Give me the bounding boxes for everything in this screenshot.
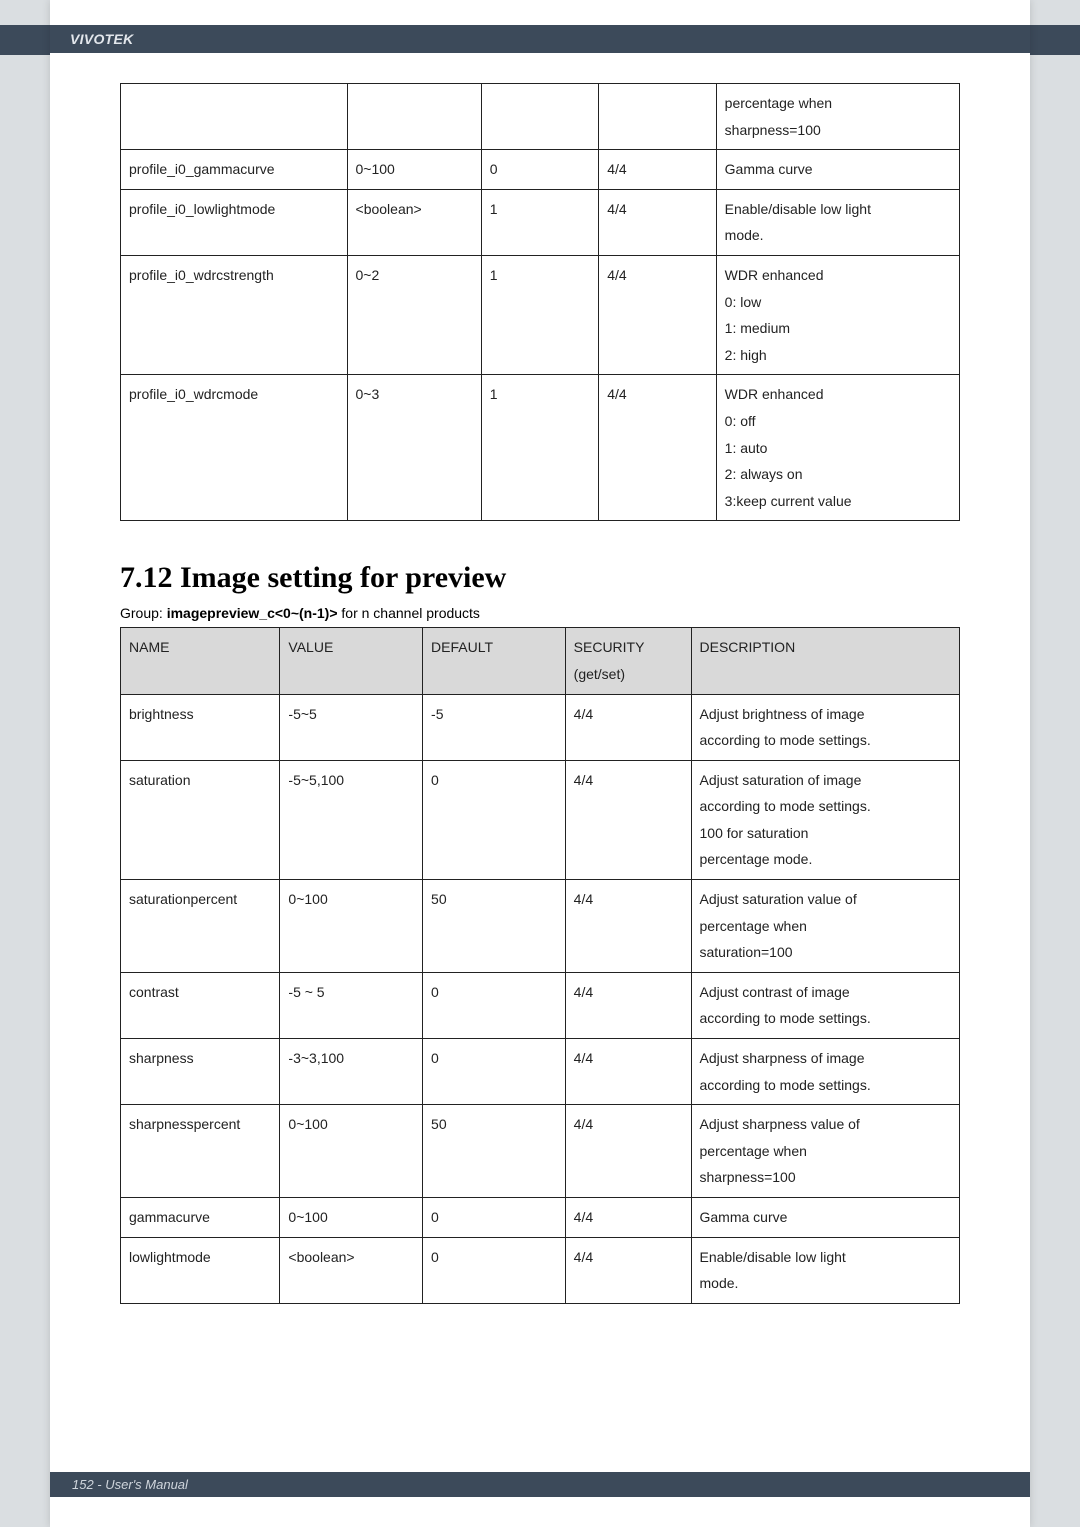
cell-value: 0~3 [347, 375, 481, 521]
document-page: VIVOTEK percentage when sharpness=100 pr… [50, 0, 1030, 1527]
cell-description: Adjust saturation of image according to … [691, 760, 960, 879]
table-row: gammacurve 0~100 0 4/4 Gamma curve [121, 1198, 960, 1238]
cell-name [121, 84, 348, 150]
table1-body: percentage when sharpness=100 profile_i0… [121, 84, 960, 521]
cell-default: 0 [423, 760, 566, 879]
table-row: percentage when sharpness=100 [121, 84, 960, 150]
cell-security: 4/4 [599, 150, 716, 190]
table-row: profile_i0_gammacurve 0~100 0 4/4 Gamma … [121, 150, 960, 190]
section-heading: 7.12 Image setting for preview [120, 561, 960, 595]
cell-default: 1 [481, 255, 598, 374]
cell-description: Gamma curve [691, 1198, 960, 1238]
cell-name: profile_i0_wdrcstrength [121, 255, 348, 374]
cell-name: profile_i0_wdrcmode [121, 375, 348, 521]
cell-value: -5~5,100 [280, 760, 423, 879]
cell-description: WDR enhanced 0: off 1: auto 2: always on… [716, 375, 959, 521]
col-description: DESCRIPTION [691, 628, 960, 694]
table-row: sharpnesspercent 0~100 50 4/4 Adjust sha… [121, 1105, 960, 1198]
cell-default: 0 [423, 972, 566, 1038]
cell-name: lowlightmode [121, 1237, 280, 1303]
cell-default: 1 [481, 375, 598, 521]
cell-name: profile_i0_gammacurve [121, 150, 348, 190]
footer-text: 152 - User's Manual [72, 1477, 188, 1492]
cell-description: percentage when sharpness=100 [716, 84, 959, 150]
table-row: profile_i0_wdrcmode 0~3 1 4/4 WDR enhanc… [121, 375, 960, 521]
cell-value: 0~2 [347, 255, 481, 374]
cell-name: brightness [121, 694, 280, 760]
table-row: contrast -5 ~ 5 0 4/4 Adjust contrast of… [121, 972, 960, 1038]
col-name: NAME [121, 628, 280, 694]
cell-security: 4/4 [599, 375, 716, 521]
cell-security: 4/4 [565, 1237, 691, 1303]
cell-default: 0 [481, 150, 598, 190]
cell-value: -5 ~ 5 [280, 972, 423, 1038]
table-row: profile_i0_wdrcstrength 0~2 1 4/4 WDR en… [121, 255, 960, 374]
cell-security: 4/4 [565, 760, 691, 879]
cell-default: 0 [423, 1198, 566, 1238]
col-default: DEFAULT [423, 628, 566, 694]
cell-security: 4/4 [565, 972, 691, 1038]
cell-value [347, 84, 481, 150]
cell-value: -5~5 [280, 694, 423, 760]
page-footer: 152 - User's Manual [50, 1472, 1030, 1497]
brand-label: VIVOTEK [70, 31, 134, 47]
cell-default: 1 [481, 189, 598, 255]
table-row: profile_i0_lowlightmode <boolean> 1 4/4 … [121, 189, 960, 255]
cell-description: Enable/disable low light mode. [716, 189, 959, 255]
cell-name: sharpnesspercent [121, 1105, 280, 1198]
group-suffix: for n channel products [338, 605, 480, 621]
group-name: imagepreview_c<0~(n-1)> [167, 605, 338, 621]
group-prefix: Group: [120, 605, 167, 621]
cell-description: Enable/disable low light mode. [691, 1237, 960, 1303]
cell-security: 4/4 [565, 1105, 691, 1198]
table-row: brightness -5~5 -5 4/4 Adjust brightness… [121, 694, 960, 760]
group-description: Group: imagepreview_c<0~(n-1)> for n cha… [120, 605, 960, 621]
table-row: sharpness -3~3,100 0 4/4 Adjust sharpnes… [121, 1039, 960, 1105]
col-value: VALUE [280, 628, 423, 694]
cell-description: Gamma curve [716, 150, 959, 190]
cell-default: 50 [423, 1105, 566, 1198]
cell-security: 4/4 [565, 880, 691, 973]
cell-description: WDR enhanced 0: low 1: medium 2: high [716, 255, 959, 374]
table-row: saturationpercent 0~100 50 4/4 Adjust sa… [121, 880, 960, 973]
cell-value: -3~3,100 [280, 1039, 423, 1105]
cell-value: 0~100 [280, 1198, 423, 1238]
cell-description: Adjust saturation value of percentage wh… [691, 880, 960, 973]
cell-security: 4/4 [565, 1039, 691, 1105]
cell-value: <boolean> [347, 189, 481, 255]
page-content: percentage when sharpness=100 profile_i0… [50, 53, 1030, 1334]
cell-name: saturation [121, 760, 280, 879]
cell-description: Adjust sharpness of image according to m… [691, 1039, 960, 1105]
cell-name: profile_i0_lowlightmode [121, 189, 348, 255]
cell-value: <boolean> [280, 1237, 423, 1303]
table-row: lowlightmode <boolean> 0 4/4 Enable/disa… [121, 1237, 960, 1303]
cell-security: 4/4 [599, 255, 716, 374]
cell-description: Adjust contrast of image according to mo… [691, 972, 960, 1038]
cell-name: saturationpercent [121, 880, 280, 973]
cell-security: 4/4 [565, 1198, 691, 1238]
cell-description: Adjust sharpness value of percentage whe… [691, 1105, 960, 1198]
cell-default: 0 [423, 1039, 566, 1105]
imagepreview-table: NAME VALUE DEFAULT SECURITY (get/set) DE… [120, 627, 960, 1303]
table-row: saturation -5~5,100 0 4/4 Adjust saturat… [121, 760, 960, 879]
cell-description: Adjust brightness of image according to … [691, 694, 960, 760]
cell-security [599, 84, 716, 150]
cell-default [481, 84, 598, 150]
cell-default: -5 [423, 694, 566, 760]
cell-default: 0 [423, 1237, 566, 1303]
cell-name: gammacurve [121, 1198, 280, 1238]
cell-value: 0~100 [280, 880, 423, 973]
col-security: SECURITY (get/set) [565, 628, 691, 694]
parameters-table-continued: percentage when sharpness=100 profile_i0… [120, 83, 960, 521]
cell-security: 4/4 [565, 694, 691, 760]
cell-value: 0~100 [347, 150, 481, 190]
cell-default: 50 [423, 880, 566, 973]
cell-name: contrast [121, 972, 280, 1038]
cell-name: sharpness [121, 1039, 280, 1105]
page-header: VIVOTEK [50, 25, 1030, 53]
table-header-row: NAME VALUE DEFAULT SECURITY (get/set) DE… [121, 628, 960, 694]
cell-security: 4/4 [599, 189, 716, 255]
cell-value: 0~100 [280, 1105, 423, 1198]
